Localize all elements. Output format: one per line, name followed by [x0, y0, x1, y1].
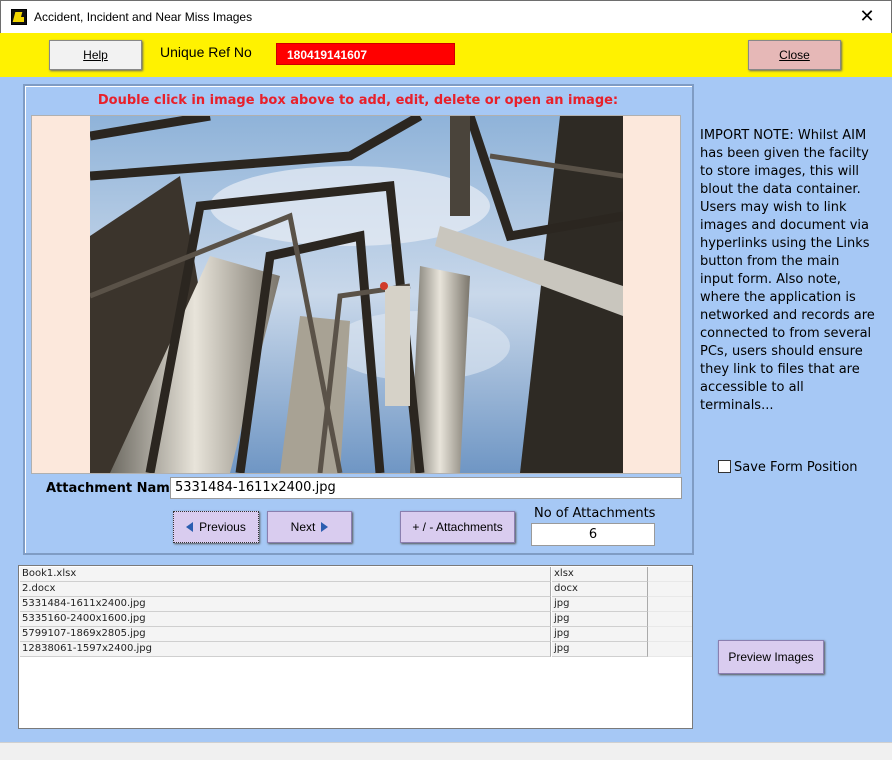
next-button[interactable]: Next — [267, 511, 352, 543]
help-button[interactable]: Help — [49, 40, 142, 70]
title-bar: Accident, Incident and Near Miss Images … — [0, 0, 892, 33]
list-item[interactable]: Book1.xlsx xlsx — [20, 567, 692, 582]
save-form-position-label: Save Form Position — [734, 460, 858, 475]
attachment-image[interactable] — [90, 116, 623, 473]
row-spacer — [648, 567, 692, 582]
attachments-button[interactable]: + / - Attachments — [400, 511, 515, 543]
list-item[interactable]: 5335160-2400x1600.jpg jpg — [20, 612, 692, 627]
attachment-name-field[interactable]: 5331484-1611x2400.jpg — [170, 477, 682, 499]
attachment-count-value: 6 — [531, 523, 655, 546]
file-name: 5335160-2400x1600.jpg — [20, 612, 551, 627]
file-type: jpg — [552, 597, 648, 612]
list-item[interactable]: 2.docx docx — [20, 582, 692, 597]
arrow-left-icon — [186, 522, 194, 532]
unique-ref-value: 180419141607 — [276, 43, 455, 65]
file-type: docx — [552, 582, 648, 597]
window-title: Accident, Incident and Near Miss Images — [34, 10, 253, 24]
save-form-position-checkbox[interactable] — [718, 460, 731, 473]
save-form-position-option[interactable]: Save Form Position — [718, 460, 858, 475]
file-name: 2.docx — [20, 582, 551, 597]
unique-ref-label: Unique Ref No — [160, 44, 252, 60]
row-spacer — [648, 627, 692, 642]
import-note: IMPORT NOTE: Whilst AIM has been given t… — [700, 128, 875, 413]
arrow-right-icon — [321, 522, 329, 532]
file-name: 5799107-1869x2805.jpg — [20, 627, 551, 642]
row-spacer — [648, 612, 692, 627]
previous-button[interactable]: Previous — [173, 511, 259, 543]
list-item[interactable]: 5331484-1611x2400.jpg jpg — [20, 597, 692, 612]
next-label: Next — [290, 520, 316, 534]
preview-images-button[interactable]: Preview Images — [718, 640, 824, 674]
row-spacer — [648, 597, 692, 612]
file-name: Book1.xlsx — [20, 567, 551, 582]
file-type: jpg — [552, 612, 648, 627]
instructions-text: Double click in image box above to add, … — [97, 93, 619, 108]
file-type: jpg — [552, 642, 648, 657]
row-spacer — [648, 582, 692, 597]
attachment-count-label: No of Attachments — [534, 506, 656, 521]
file-type: xlsx — [552, 567, 648, 582]
window-close-icon[interactable]: ✕ — [853, 5, 881, 29]
file-name: 12838061-1597x2400.jpg — [20, 642, 551, 657]
file-type: jpg — [552, 627, 648, 642]
previous-label: Previous — [199, 520, 246, 534]
attachments-list[interactable]: Book1.xlsx xlsx 2.docx docx 5331484-1611… — [18, 565, 693, 729]
app-logo-icon — [11, 9, 27, 25]
close-button[interactable]: Close — [748, 40, 841, 70]
status-bar — [0, 742, 892, 760]
row-spacer — [648, 642, 692, 657]
attachment-name-label: Attachment Name: — [46, 481, 184, 496]
list-item[interactable]: 5799107-1869x2805.jpg jpg — [20, 627, 692, 642]
file-name: 5331484-1611x2400.jpg — [20, 597, 551, 612]
list-item[interactable]: 12838061-1597x2400.jpg jpg — [20, 642, 692, 657]
